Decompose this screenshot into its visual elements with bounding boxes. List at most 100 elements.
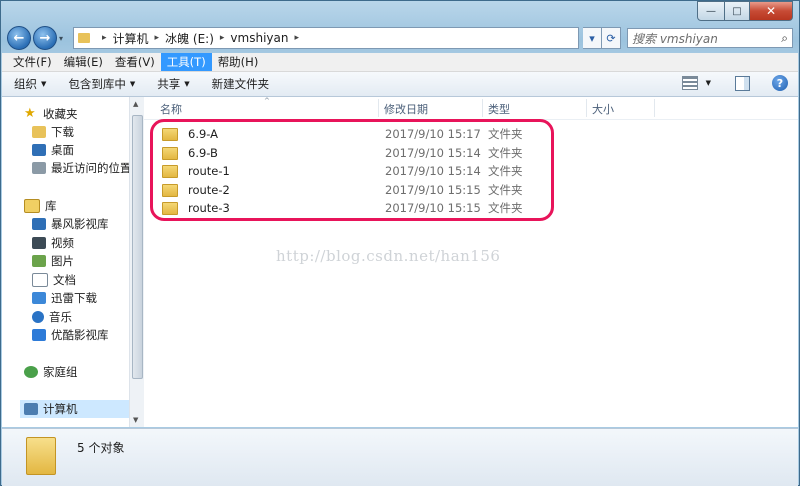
column-size[interactable]: 大小 xyxy=(588,101,614,117)
nav-libraries[interactable]: 库 xyxy=(24,197,57,215)
new-folder-button[interactable]: 新建文件夹 xyxy=(212,76,270,92)
column-modified[interactable]: 修改日期 xyxy=(380,101,428,117)
share-label: 共享 xyxy=(157,77,181,91)
column-type[interactable]: 类型 xyxy=(484,101,510,117)
watermark: http://blog.csdn.net/han156 xyxy=(276,247,501,265)
preview-pane-icon[interactable] xyxy=(735,75,750,91)
nav-favorites[interactable]: ★ 收藏夹 xyxy=(24,105,78,123)
nav-baofeng-library[interactable]: 暴风影视库 xyxy=(32,215,109,233)
breadcrumb-drive-e[interactable]: 冰魄 (E:) xyxy=(165,30,214,47)
nav-desktop[interactable]: 桌面 xyxy=(32,141,74,159)
nav-thunder-downloads[interactable]: 迅雷下载 xyxy=(32,289,97,307)
documents-icon xyxy=(32,273,48,287)
column-divider[interactable] xyxy=(482,99,483,117)
menu-view[interactable]: 查看(V) xyxy=(109,53,161,71)
recent-pages-dropdown[interactable]: ▾ xyxy=(59,34,69,43)
nav-music[interactable]: 音乐 xyxy=(32,308,72,326)
nav-label: 下载 xyxy=(51,125,74,139)
nav-label: 图片 xyxy=(51,254,74,268)
music-icon xyxy=(32,311,44,323)
breadcrumb-separator[interactable]: ▸ xyxy=(155,33,160,43)
view-controls: ▼ ? xyxy=(681,75,788,91)
search-icon: ⌕ xyxy=(781,30,788,45)
organize-button[interactable]: 组织 ▼ xyxy=(14,76,46,92)
annotation-highlight xyxy=(150,119,554,221)
desktop-icon xyxy=(32,144,46,156)
refresh-icon[interactable]: ⟳ xyxy=(602,27,621,49)
breadcrumb-vmshiyan[interactable]: vmshiyan xyxy=(230,31,288,45)
baofeng-library-icon xyxy=(32,218,46,230)
change-view-icon[interactable] xyxy=(681,76,698,90)
chevron-down-icon[interactable]: ▼ xyxy=(706,79,711,87)
search-input[interactable]: 搜索 vmshiyan ⌕ xyxy=(627,28,793,48)
breadcrumb-separator[interactable]: ▸ xyxy=(220,33,225,43)
caption-buttons: — □ ✕ xyxy=(697,1,793,21)
videos-icon xyxy=(32,237,46,249)
navigation-pane: ★ 收藏夹 下载 桌面 最近访问的位置 库 暴风影视库 视频 图片 文档 迅雷下载… xyxy=(2,97,143,427)
folder-icon xyxy=(26,437,56,475)
nav-label: 计算机 xyxy=(43,402,78,416)
back-button[interactable]: ← xyxy=(7,26,31,50)
nav-label: 家庭组 xyxy=(43,365,78,379)
menu-edit[interactable]: 编辑(E) xyxy=(58,53,109,71)
help-icon[interactable]: ? xyxy=(772,75,788,91)
pictures-icon xyxy=(32,255,46,267)
menu-bar: 文件(F) 编辑(E) 查看(V) 工具(T) 帮助(H) xyxy=(2,53,798,72)
scroll-up-icon[interactable]: ▲ xyxy=(133,100,138,108)
breadcrumb-separator[interactable]: ▸ xyxy=(102,33,107,43)
nav-youku-library[interactable]: 优酷影视库 xyxy=(32,326,109,344)
nav-recent-places[interactable]: 最近访问的位置 xyxy=(32,159,132,177)
thunder-icon xyxy=(32,292,46,304)
column-divider[interactable] xyxy=(378,99,379,117)
file-list: ^ 名称 修改日期 类型 大小 6.9-A 2017/9/10 15:17 文件… xyxy=(144,97,798,427)
nav-pictures[interactable]: 图片 xyxy=(32,252,74,270)
address-row: ← → ▾ ▸ 计算机 ▸ 冰魄 (E:) ▸ vmshiyan ▸ ▾ ⟳ 搜… xyxy=(7,25,793,51)
youku-icon xyxy=(32,329,46,341)
column-name[interactable]: 名称 xyxy=(156,101,182,117)
menu-help[interactable]: 帮助(H) xyxy=(212,53,265,71)
maximize-button[interactable]: □ xyxy=(725,1,750,21)
minimize-button[interactable]: — xyxy=(697,1,725,21)
history-dropdown-icon[interactable]: ▾ xyxy=(583,27,602,49)
scroll-down-icon[interactable]: ▼ xyxy=(133,416,138,424)
forward-button[interactable]: → xyxy=(33,26,57,50)
command-bar: 组织 ▼ 包含到库中 ▼ 共享 ▼ 新建文件夹 ▼ ? xyxy=(2,72,798,97)
star-icon: ★ xyxy=(24,106,36,121)
nav-label: 文档 xyxy=(53,273,76,287)
include-in-library-button[interactable]: 包含到库中 ▼ xyxy=(68,76,135,92)
nav-label: 优酷影视库 xyxy=(51,328,109,342)
folder-icon xyxy=(78,33,90,43)
nav-computer[interactable]: 计算机 xyxy=(20,400,134,418)
nav-documents[interactable]: 文档 xyxy=(32,271,76,289)
address-actions: ▾ ⟳ xyxy=(583,27,621,49)
sort-indicator-icon: ^ xyxy=(264,97,270,105)
explorer-window: — □ ✕ ← → ▾ ▸ 计算机 ▸ 冰魄 (E:) ▸ vmshiyan ▸… xyxy=(0,0,800,486)
menu-file[interactable]: 文件(F) xyxy=(7,53,58,71)
nav-label: 迅雷下载 xyxy=(51,291,97,305)
nav-label: 收藏夹 xyxy=(43,107,78,121)
scroll-thumb[interactable] xyxy=(132,115,143,379)
close-button[interactable]: ✕ xyxy=(750,1,793,21)
chevron-down-icon: ▼ xyxy=(184,80,190,88)
search-placeholder: 搜索 vmshiyan xyxy=(632,31,718,46)
column-divider[interactable] xyxy=(586,99,587,117)
breadcrumb-computer[interactable]: 计算机 xyxy=(113,30,149,47)
menu-tools[interactable]: 工具(T) xyxy=(160,53,212,71)
navigation-scrollbar[interactable]: ▲ ▼ xyxy=(129,97,144,427)
breadcrumb: ▸ 计算机 ▸ 冰魄 (E:) ▸ vmshiyan ▸ xyxy=(96,30,305,47)
nav-downloads[interactable]: 下载 xyxy=(32,123,74,141)
column-header: ^ 名称 修改日期 类型 大小 xyxy=(144,97,798,120)
nav-homegroup[interactable]: 家庭组 xyxy=(24,363,78,381)
breadcrumb-separator[interactable]: ▸ xyxy=(294,33,299,43)
column-divider[interactable] xyxy=(654,99,655,117)
recent-places-icon xyxy=(32,162,46,174)
address-bar[interactable]: ▸ 计算机 ▸ 冰魄 (E:) ▸ vmshiyan ▸ xyxy=(73,27,579,49)
chevron-down-icon: ▼ xyxy=(129,80,136,88)
homegroup-icon xyxy=(24,366,38,378)
item-count: 5 个对象 xyxy=(77,441,125,455)
include-in-library-label: 包含到库中 xyxy=(68,77,126,91)
nav-videos[interactable]: 视频 xyxy=(32,234,74,252)
nav-label: 最近访问的位置 xyxy=(51,161,132,175)
share-button[interactable]: 共享 ▼ xyxy=(157,76,189,92)
nav-label: 库 xyxy=(45,199,57,213)
